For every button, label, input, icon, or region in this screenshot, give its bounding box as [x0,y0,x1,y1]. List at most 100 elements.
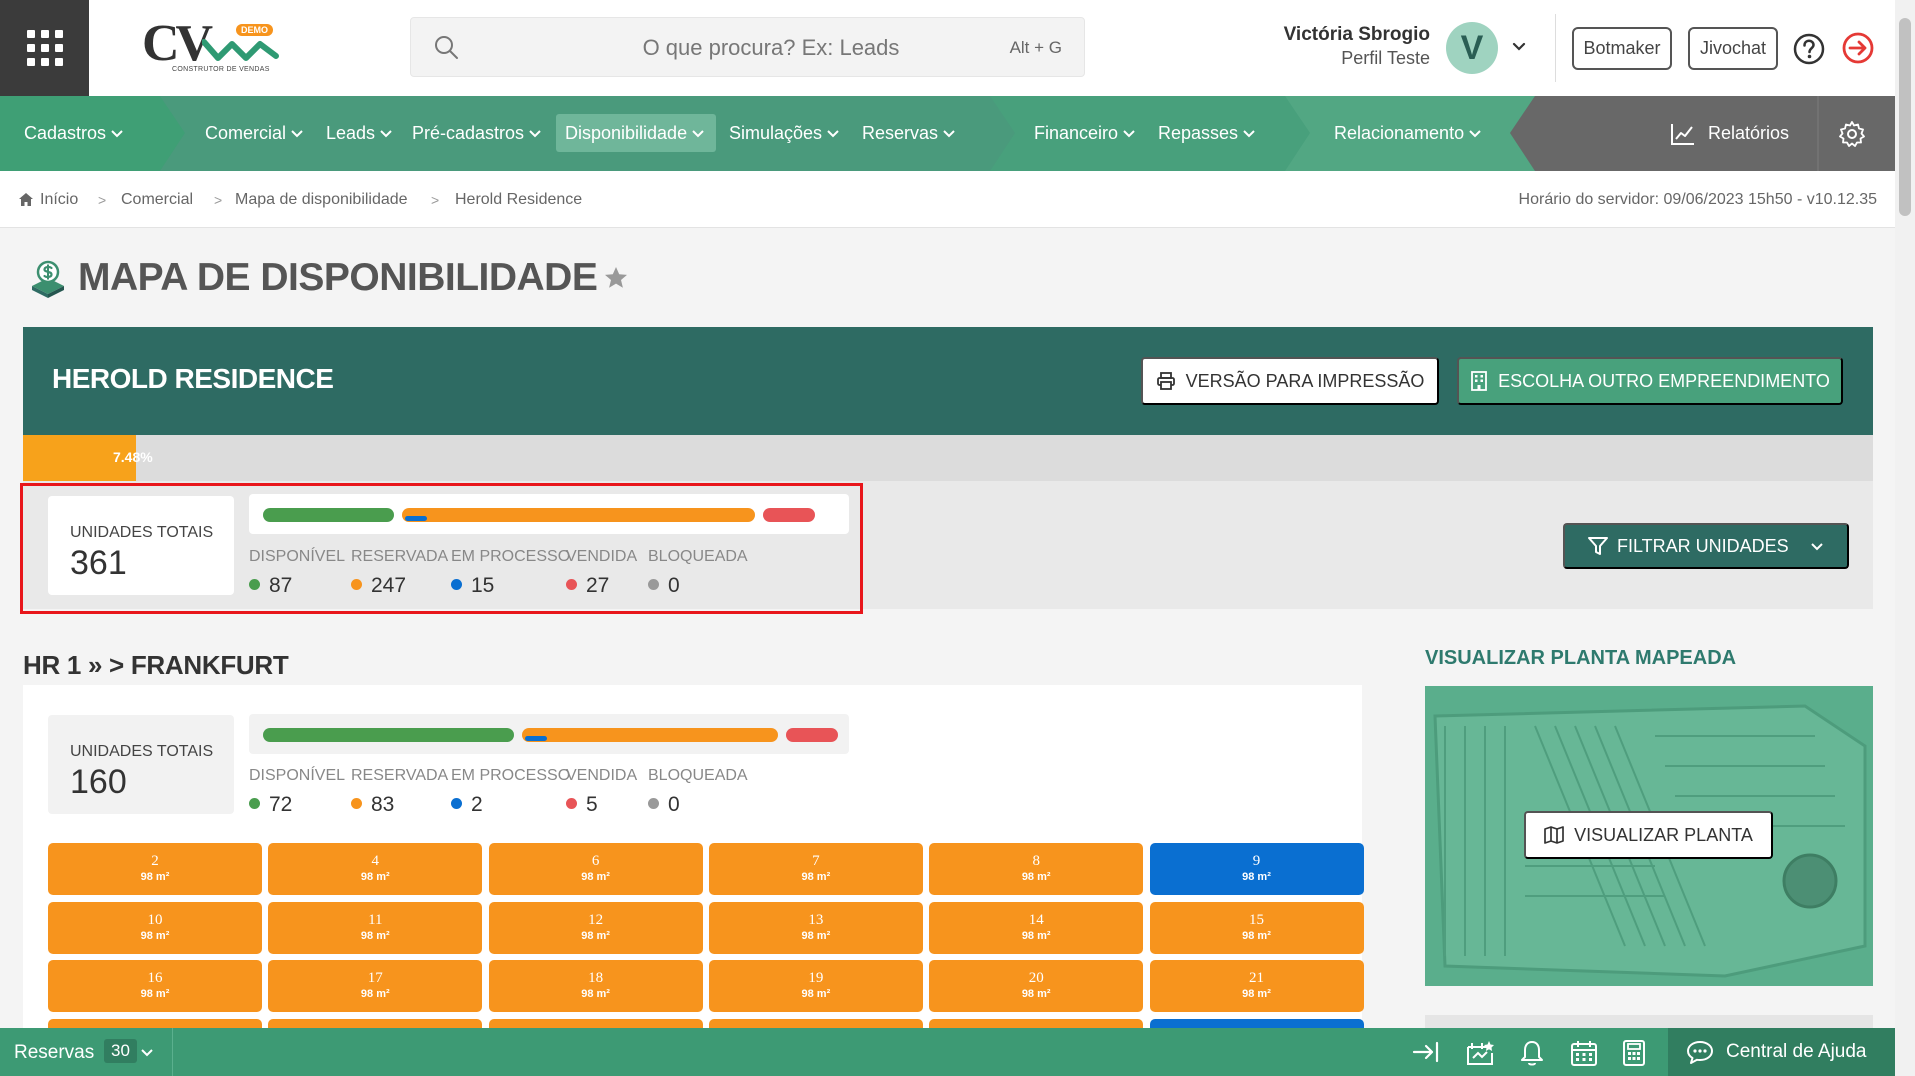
chevron-down-icon [692,129,704,137]
star-icon[interactable] [603,265,629,291]
nav-leads[interactable]: Leads [326,96,393,171]
block-status-distribution-bar [249,714,849,754]
help-center-button[interactable]: Central de Ajuda [1668,1028,1895,1076]
building-icon [1471,371,1488,391]
bell-icon[interactable] [1520,1039,1544,1067]
apps-grid-icon [26,30,63,66]
unit-tile[interactable]: 2 98 m² [48,843,262,895]
unit-tile[interactable]: 20 98 m² [929,960,1144,1012]
unit-number: 8 [1032,853,1040,869]
breadcrumb: Início > Comercial > Mapa de disponibili… [0,171,1895,228]
unit-tile[interactable]: 17 98 m² [268,960,483,1012]
breadcrumb-separator: > [214,192,223,208]
user-info[interactable]: Victória Sbrogio Perfil Teste [1260,24,1430,69]
botmaker-button[interactable]: Botmaker [1572,27,1672,70]
home-icon[interactable] [18,192,34,207]
unit-tile[interactable]: 10 98 m² [48,901,262,954]
search-input[interactable] [561,34,981,62]
unit-tile[interactable]: 6 98 m² [488,843,703,895]
choose-project-label: ESCOLHA OUTRO EMPREENDIMENTO [1498,370,1830,391]
unit-tile[interactable]: 21 98 m² [1149,960,1364,1012]
chevron-down-icon[interactable] [140,1046,154,1060]
breadcrumb-mapa[interactable]: Mapa de disponibilidade [235,191,408,209]
unit-tile[interactable]: 19 98 m² [708,960,923,1012]
unit-number: 15 [1249,911,1264,928]
unit-area: 98 m² [801,988,831,1000]
unit-tile[interactable]: 16 98 m² [48,960,262,1012]
chevron-down-icon[interactable] [1510,38,1528,56]
unit-number: 19 [808,970,824,986]
logout-icon[interactable] [1841,31,1875,65]
nav-pre-cadastros[interactable]: Pré-cadastros [412,96,542,171]
avatar[interactable]: V [1446,22,1498,74]
apps-menu-button[interactable] [0,0,89,96]
filter-units-button[interactable]: FILTRAR UNIDADES [1563,523,1849,569]
logo[interactable]: CV DEMO CONSTRUTOR DE VENDAS [140,18,280,78]
breadcrumb-inicio[interactable]: Início [40,191,78,209]
scrollbar-thumb[interactable] [1899,18,1911,216]
unit-area: 98 m² [581,871,610,883]
unit-tile[interactable]: 11 98 m² [268,901,483,954]
chevron-down-icon [1811,543,1823,551]
reservations-count-badge: 30 [104,1039,137,1063]
unit-tile[interactable]: 13 98 m² [708,901,923,954]
project-name: HEROLD RESIDENCE [52,363,334,394]
status-bloqueada: BLOQUEADA 0 [648,767,748,817]
status-dot [648,798,659,809]
demo-badge: DEMO [236,24,273,36]
nav-reservas[interactable]: Reservas [862,96,956,171]
breadcrumb-comercial[interactable]: Comercial [121,191,193,209]
unit-tile[interactable]: 7 98 m² [708,843,923,895]
calendar-star-icon[interactable] [1465,1039,1495,1067]
sales-progress-label: 7.48% [113,449,153,465]
unit-tile[interactable]: 9 98 m² [1149,843,1364,895]
choose-project-button[interactable]: ESCOLHA OUTRO EMPREENDIMENTO [1457,357,1843,405]
nav-comercial[interactable]: Comercial [205,96,304,171]
nav-simulacoes[interactable]: Simulações [729,96,840,171]
project-header: HEROLD RESIDENCE VERSÃO PARA IMPRESSÃO E… [23,327,1873,435]
print-version-button[interactable]: VERSÃO PARA IMPRESSÃO [1141,357,1439,405]
unit-number: 20 [1028,970,1044,986]
global-search: Alt + G [410,17,1085,77]
unit-area: 98 m² [581,929,610,942]
help-icon[interactable] [1793,33,1825,65]
unit-tile[interactable]: 8 98 m² [929,843,1144,895]
server-time: Horário do servidor: 09/06/2023 15h50 - … [1518,191,1877,208]
unit-number: 12 [588,911,604,928]
nav-label: Repasses [1158,123,1239,143]
status-dot [451,798,462,809]
unit-tile[interactable]: 15 98 m² [1149,901,1364,954]
top-header: CV DEMO CONSTRUTOR DE VENDAS Alt + G Vic… [0,0,1895,96]
unit-number: 6 [591,853,600,869]
gear-icon[interactable] [1838,120,1866,148]
bar-em-processo [524,736,547,741]
arrow-to-right-icon[interactable] [1412,1039,1440,1065]
view-plan-button[interactable]: VISUALIZAR PLANTA [1524,811,1773,859]
reservations-label[interactable]: Reservas [14,1042,94,1064]
nav-relatorios[interactable]: Relatórios [1670,96,1789,171]
unit-number: 18 [588,970,604,986]
unit-area: 98 m² [140,988,170,1000]
unit-tile[interactable]: 4 98 m² [268,843,483,895]
unit-area: 98 m² [360,988,390,1000]
nav-relacionamento[interactable]: Relacionamento [1334,96,1482,171]
nav-cadastros[interactable]: Cadastros [24,96,124,171]
nav-disponibilidade[interactable]: Disponibilidade [565,96,705,171]
page-title: MAPA DE DISPONIBILIDADE [78,256,598,299]
view-plan-label: VISUALIZAR PLANTA [1574,824,1753,845]
nav-financeiro[interactable]: Financeiro [1034,96,1136,171]
calendar-icon[interactable] [1570,1039,1598,1067]
unit-number: 7 [812,853,820,869]
status-value: 83 [371,793,395,816]
page-scrollbar[interactable] [1895,0,1915,1076]
jivochat-button[interactable]: Jivochat [1688,27,1778,70]
unit-tile[interactable]: 18 98 m² [488,960,703,1012]
unit-tile[interactable]: 12 98 m² [488,901,703,954]
nav-repasses[interactable]: Repasses [1158,96,1256,171]
unit-area: 98 m² [801,871,831,883]
calculator-icon[interactable] [1622,1039,1646,1067]
unit-tile[interactable]: 14 98 m² [929,901,1144,954]
chevron-down-icon [111,129,123,137]
status-value: 0 [668,793,680,816]
status-em-processo: EM PROCESSO 2 [451,767,570,817]
